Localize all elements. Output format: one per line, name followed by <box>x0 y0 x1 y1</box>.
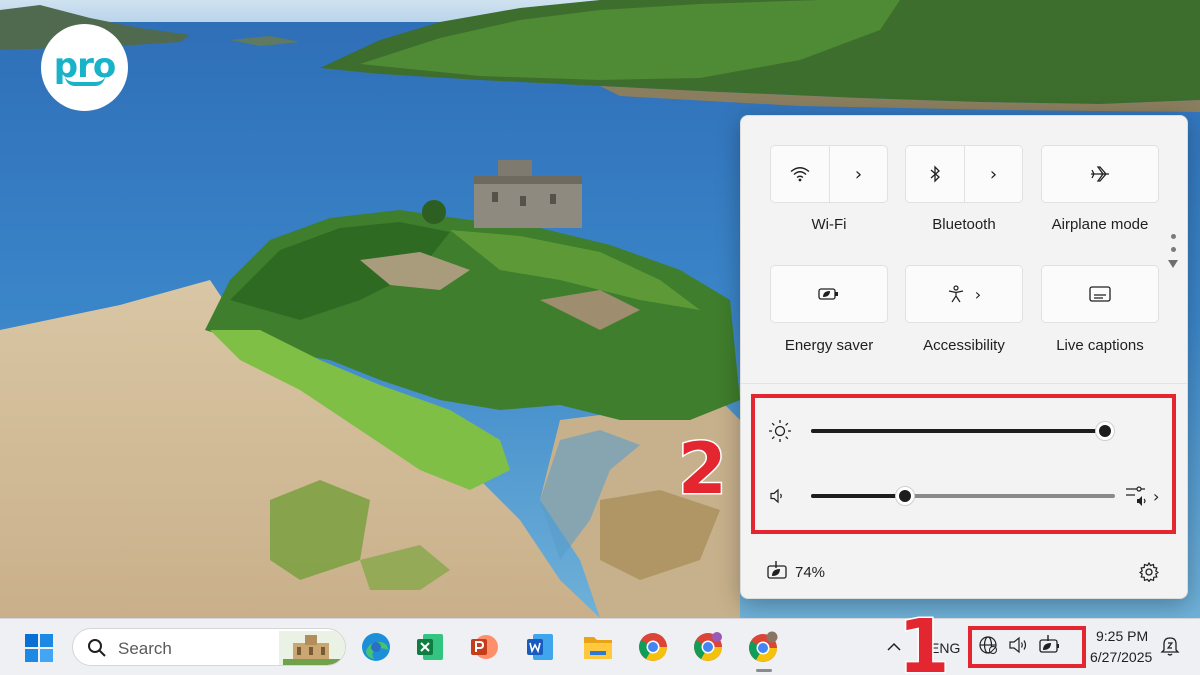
clock-time[interactable]: 9:25 PM <box>1096 628 1148 644</box>
running-app-indicator <box>756 669 772 672</box>
bluetooth-label: Bluetooth <box>932 216 996 233</box>
taskbar-app-excel[interactable] <box>412 629 448 665</box>
accessibility-tile[interactable]: › <box>905 265 1023 323</box>
edge-icon <box>362 633 390 661</box>
wifi-more-button[interactable]: › <box>828 146 887 202</box>
airplane-icon <box>1091 166 1109 182</box>
energy-saver-icon <box>818 288 838 300</box>
quick-settings-tiles-area: › Wi-Fi › Bluetooth Airplane mode Energy… <box>741 116 1187 383</box>
live-captions-icon <box>1089 286 1111 302</box>
quick-settings-footer: 74% <box>741 548 1187 598</box>
taskbar-app-word[interactable] <box>522 629 558 665</box>
settings-button[interactable] <box>1138 561 1163 586</box>
chevron-right-icon: › <box>854 163 863 185</box>
bluetooth-icon <box>930 165 940 183</box>
taskbar-app-file-explorer[interactable] <box>580 629 616 665</box>
wifi-tile[interactable]: › <box>770 145 888 203</box>
powerpoint-icon <box>471 635 498 659</box>
energy-saver-tile[interactable] <box>770 265 888 323</box>
chrome-profile-n-icon <box>749 631 778 662</box>
battery-button[interactable] <box>767 560 791 584</box>
live-captions-label: Live captions <box>1056 337 1144 354</box>
wifi-label: Wi-Fi <box>811 216 847 233</box>
page-dot <box>1170 234 1176 239</box>
wifi-toggle-button[interactable] <box>771 146 829 202</box>
chevron-right-icon: › <box>974 284 982 304</box>
energy-saver-label: Energy saver <box>784 337 874 354</box>
notification-button[interactable] <box>1160 635 1182 659</box>
annotation-number-1: 1 <box>897 603 951 675</box>
page-dot <box>1170 247 1176 252</box>
battery-percentage: 74% <box>795 564 826 581</box>
search-placeholder: Search <box>118 639 172 658</box>
search-highlight-image <box>279 631 345 665</box>
excel-icon <box>417 634 443 660</box>
pro-logo: pro <box>41 24 128 111</box>
accessibility-icon <box>948 285 963 303</box>
divider <box>741 383 1187 384</box>
bluetooth-toggle-button[interactable] <box>906 146 964 202</box>
notification-bell-icon <box>1160 637 1180 656</box>
taskbar-app-edge[interactable] <box>358 629 394 665</box>
taskbar-app-powerpoint[interactable] <box>466 629 502 665</box>
bluetooth-tile[interactable]: › <box>905 145 1023 203</box>
start-button[interactable] <box>22 631 56 665</box>
word-icon <box>527 634 553 660</box>
bluetooth-more-button[interactable]: › <box>963 146 1022 202</box>
taskbar-app-chrome-profile-n[interactable] <box>745 629 781 665</box>
airplane-mode-tile[interactable] <box>1041 145 1159 203</box>
accessibility-label: Accessibility <box>923 337 1005 354</box>
chrome-icon <box>639 633 667 661</box>
page-indicator[interactable] <box>1167 234 1179 268</box>
chrome-profile-y-icon <box>694 632 722 661</box>
live-captions-tile[interactable] <box>1041 265 1159 323</box>
taskbar-app-chrome[interactable] <box>635 629 671 665</box>
wifi-icon <box>790 167 810 182</box>
annotation-number-2: 2 <box>677 427 729 512</box>
chevron-right-icon: › <box>989 163 998 185</box>
file-explorer-icon <box>584 637 612 659</box>
gear-icon <box>1138 561 1160 583</box>
clock-date[interactable]: 6/27/2025 <box>1090 649 1152 665</box>
pro-logo-smile <box>64 76 105 86</box>
battery-energy-icon <box>767 561 787 579</box>
airplane-mode-label: Airplane mode <box>1051 216 1149 233</box>
next-page-arrow-icon[interactable] <box>1168 260 1178 268</box>
search-box[interactable]: Search <box>72 628 346 666</box>
taskbar-app-chrome-profile-y[interactable] <box>690 629 726 665</box>
annotation-box-tray <box>968 626 1086 668</box>
windows-logo-icon <box>25 634 53 662</box>
annotation-box-sliders <box>751 394 1176 534</box>
search-icon <box>88 639 106 657</box>
